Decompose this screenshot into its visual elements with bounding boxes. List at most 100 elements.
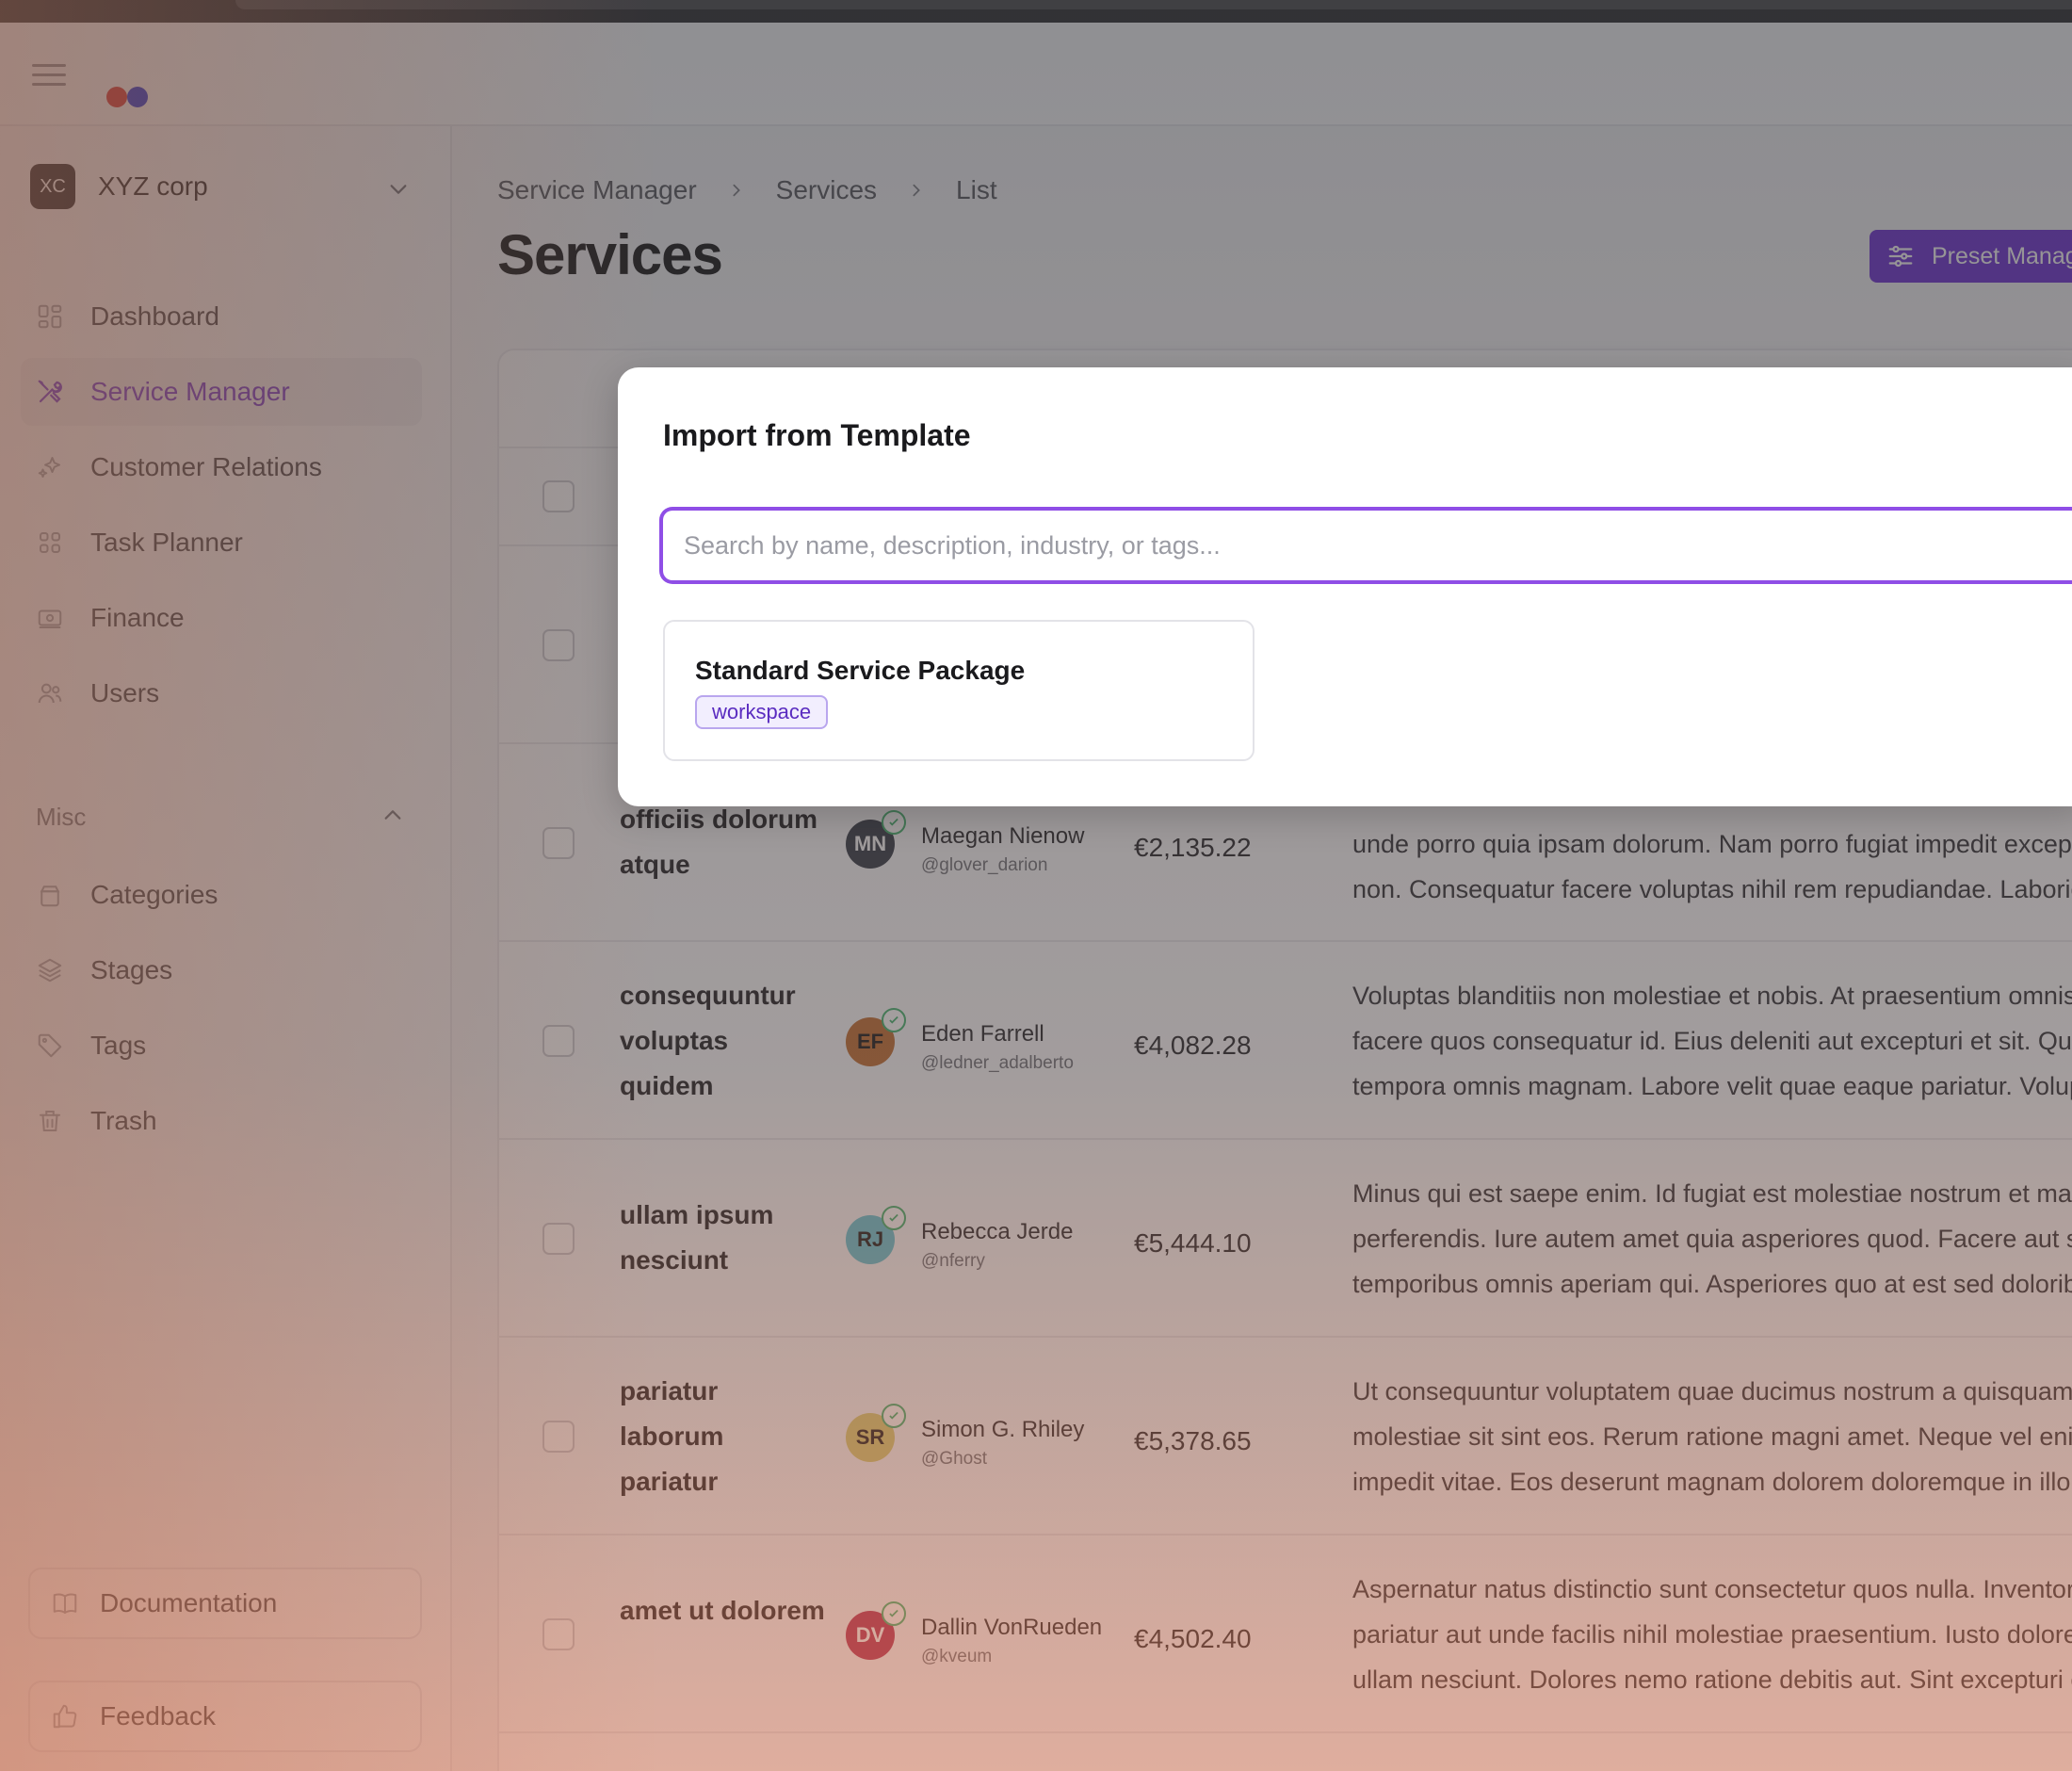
- main-nav: Dashboard Service Manager Customer Relat…: [21, 283, 422, 735]
- sidebar-item-customer-relations[interactable]: Customer Relations: [21, 433, 422, 501]
- select-all-checkbox[interactable]: [542, 480, 575, 512]
- sidebar-item-label: Task Planner: [90, 528, 243, 557]
- sidebar-item-finance[interactable]: Finance: [21, 584, 422, 652]
- service-name[interactable]: amet ut dolorem: [620, 1588, 827, 1633]
- documentation-label: Documentation: [100, 1588, 278, 1617]
- description: unde porro quia ipsam dolorum. Nam porro…: [1352, 821, 2072, 912]
- sidebar-item-categories[interactable]: Categories: [21, 861, 422, 929]
- price: €2,135.22: [1134, 833, 1252, 862]
- price: €5,444.10: [1134, 1228, 1252, 1258]
- chevron-up-icon[interactable]: [382, 804, 403, 825]
- preset-manager-label: Preset Manag: [1932, 242, 2072, 269]
- description-line: molestiae sit sint eos. Rerum ratione ma…: [1352, 1422, 2072, 1451]
- owner-handle: @Ghost: [921, 1449, 987, 1469]
- window-tab-strip: [235, 0, 2072, 9]
- row-checkbox[interactable]: [542, 1421, 575, 1453]
- description: Voluptas blanditiis non molestiae et nob…: [1352, 973, 2072, 1109]
- org-switcher[interactable]: XC XYZ corp: [30, 164, 208, 209]
- owner-handle: @ledner_adalberto: [921, 1053, 1074, 1073]
- table-row[interactable]: amet ut dolorem DV Dallin VonRueden @kve…: [499, 1535, 2072, 1733]
- chevron-right-icon: [913, 184, 920, 197]
- cash-icon: [36, 604, 64, 632]
- thumbs-up-icon: [51, 1702, 79, 1730]
- layers-icon: [36, 956, 64, 984]
- owner-name: Dallin VonRueden: [921, 1615, 1103, 1640]
- archive-icon: [36, 881, 64, 909]
- description-line: Minus qui est saepe enim. Id fugiat est …: [1352, 1179, 2072, 1208]
- verified-check-icon: [882, 1206, 906, 1230]
- sidebar-item-dashboard[interactable]: Dashboard: [21, 283, 422, 350]
- window-top-strip: [0, 0, 2072, 23]
- description-line: Ut consequuntur voluptatem quae ducimus …: [1352, 1377, 2072, 1405]
- grid-dots-icon: [36, 528, 64, 557]
- users-icon: [36, 679, 64, 707]
- template-name: Standard Service Package: [695, 656, 1026, 685]
- sidebar-item-label: Users: [90, 678, 160, 707]
- sidebar-item-label: Dashboard: [90, 301, 219, 331]
- description-line: unde porro quia ipsam dolorum. Nam porro…: [1352, 830, 2072, 858]
- service-name[interactable]: officiis dolorum atque: [620, 797, 827, 887]
- row-checkbox[interactable]: [542, 1025, 575, 1057]
- verified-check-icon: [882, 1601, 906, 1626]
- sidebar-item-label: Service Manager: [90, 377, 290, 406]
- breadcrumb-service-manager[interactable]: Service Manager: [497, 175, 697, 205]
- verified-check-icon: [882, 1404, 906, 1428]
- sidebar-item-service-manager[interactable]: Service Manager: [21, 358, 422, 426]
- table-row[interactable]: ullam ipsum nesciunt RJ Rebecca Jerde @n…: [499, 1140, 2072, 1338]
- sliders-icon: [1886, 242, 1915, 270]
- table-row[interactable]: consequuntur voluptas quidem EF Eden Far…: [499, 942, 2072, 1140]
- sidebar-item-label: Categories: [90, 880, 219, 909]
- verified-check-icon: [882, 1008, 906, 1032]
- owner-handle: @glover_darion: [921, 855, 1048, 875]
- preset-manager-button[interactable]: Preset Manag: [1870, 230, 2072, 283]
- description-line: pariatur aut unde facilis nihil molestia…: [1352, 1620, 2072, 1649]
- sidebar-item-task-planner[interactable]: Task Planner: [21, 509, 422, 577]
- price: €4,502.40: [1134, 1624, 1252, 1653]
- tag-icon: [36, 1032, 64, 1060]
- sidebar-item-stages[interactable]: Stages: [21, 936, 422, 1004]
- template-card[interactable]: Standard Service Package workspace: [663, 620, 1255, 761]
- table-row[interactable]: pariatur laborum pariatur SR Simon G. Rh…: [499, 1338, 2072, 1535]
- documentation-button[interactable]: Documentation: [28, 1568, 422, 1639]
- service-name[interactable]: consequuntur voluptas quidem: [620, 973, 827, 1109]
- description-line: Voluptas blanditiis non molestiae et nob…: [1352, 982, 2072, 1010]
- sidebar-item-users[interactable]: Users: [21, 659, 422, 727]
- row-checkbox[interactable]: [542, 1223, 575, 1255]
- tools-icon: [36, 378, 64, 406]
- org-name: XYZ corp: [98, 171, 208, 201]
- template-search-input[interactable]: [659, 507, 2072, 584]
- menu-icon[interactable]: [32, 64, 66, 87]
- service-name[interactable]: pariatur laborum pariatur: [620, 1369, 827, 1504]
- import-template-modal: Import from Template Standard Service Pa…: [618, 367, 2072, 806]
- sidebar: XC XYZ corp Dashboard Service Manager Cu…: [0, 126, 452, 1771]
- owner-name: Eden Farrell: [921, 1021, 1044, 1047]
- description-line: perferendis. Iure autem amet quia asperi…: [1352, 1225, 2072, 1253]
- feedback-label: Feedback: [100, 1701, 216, 1730]
- sidebar-item-tags[interactable]: Tags: [21, 1012, 422, 1080]
- description-line: ullam nesciunt. Dolores nemo ratione deb…: [1352, 1665, 2072, 1694]
- chevron-down-icon[interactable]: [388, 179, 409, 200]
- feedback-button[interactable]: Feedback: [28, 1681, 422, 1752]
- breadcrumb-services[interactable]: Services: [776, 175, 877, 205]
- row-checkbox[interactable]: [542, 827, 575, 859]
- description-line: tempora omnis magnam. Labore velit quae …: [1352, 1072, 2072, 1100]
- misc-nav: Categories Stages Tags Trash: [21, 861, 422, 1162]
- price: €4,082.28: [1134, 1031, 1252, 1060]
- breadcrumb: Service Manager Services List: [497, 175, 997, 205]
- service-name[interactable]: ullam ipsum nesciunt: [620, 1193, 827, 1283]
- row-checkbox[interactable]: [542, 1618, 575, 1650]
- top-bar: [0, 23, 2072, 126]
- owner-handle: @nferry: [921, 1251, 985, 1271]
- misc-section-header[interactable]: Misc: [36, 803, 403, 832]
- description-line: impedit vitae. Eos deserunt magnam dolor…: [1352, 1468, 2072, 1496]
- owner-name: Rebecca Jerde: [921, 1219, 1074, 1244]
- owner-handle: @kveum: [921, 1647, 993, 1666]
- chevron-right-icon: [733, 184, 740, 197]
- modal-title: Import from Template: [663, 418, 971, 452]
- sidebar-item-trash[interactable]: Trash: [21, 1087, 422, 1155]
- sidebar-item-label: Stages: [90, 955, 173, 984]
- sidebar-item-label: Finance: [90, 603, 185, 632]
- book-icon: [51, 1589, 79, 1617]
- row-checkbox[interactable]: [542, 629, 575, 661]
- sidebar-item-label: Trash: [90, 1106, 157, 1135]
